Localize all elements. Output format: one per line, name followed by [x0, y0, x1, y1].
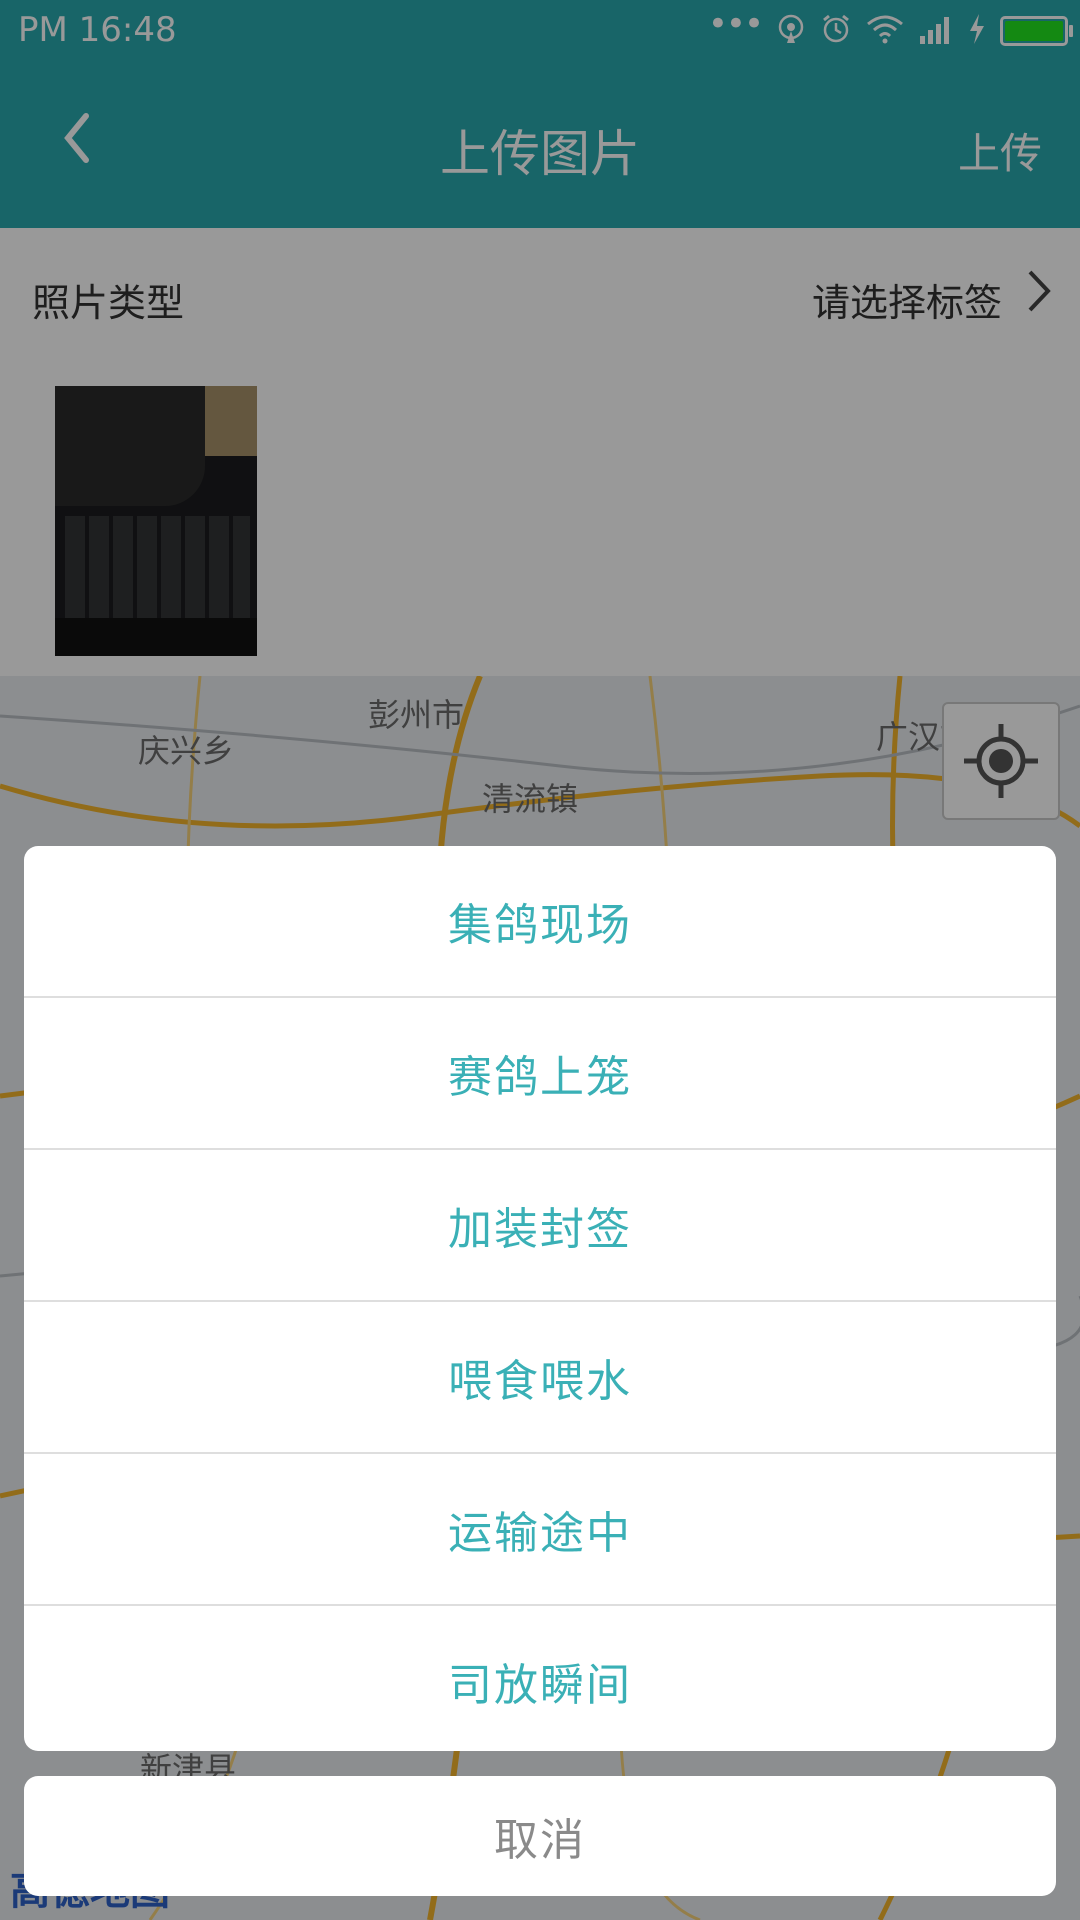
cancel-button[interactable]: 取消: [24, 1776, 1056, 1896]
action-item[interactable]: 司放瞬间: [24, 1606, 1056, 1751]
action-item[interactable]: 集鸽现场: [24, 846, 1056, 998]
action-item[interactable]: 喂食喂水: [24, 1302, 1056, 1454]
action-item[interactable]: 赛鸽上笼: [24, 998, 1056, 1150]
action-sheet: 集鸽现场 赛鸽上笼 加装封签 喂食喂水 运输途中 司放瞬间: [24, 846, 1056, 1751]
action-item[interactable]: 加装封签: [24, 1150, 1056, 1302]
upload-photo-screen: PM 16:48 ••• 上传图片 上传 照片类型 请选择标签 彭州市 庆兴乡 …: [0, 0, 1080, 1920]
action-item[interactable]: 运输途中: [24, 1454, 1056, 1606]
